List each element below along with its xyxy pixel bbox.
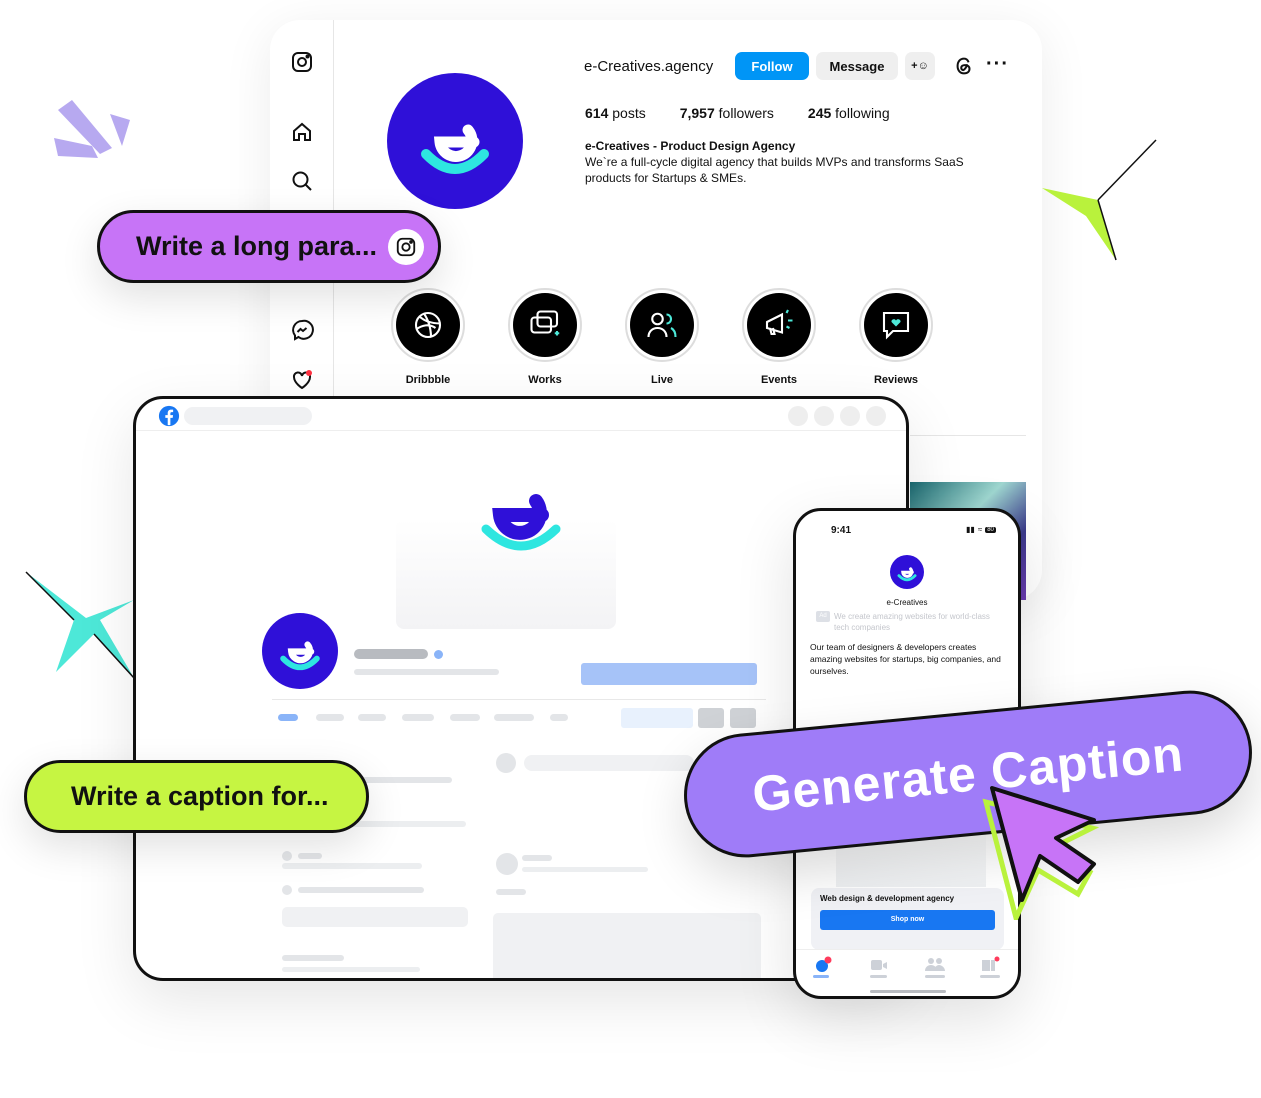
- threads-icon[interactable]: [953, 55, 975, 77]
- post-text: Our team of designers & developers creat…: [810, 642, 1001, 676]
- bio-text: We`re a full-cycle digital agency that b…: [585, 155, 964, 185]
- ad-subtitle: We create amazing websites for world-cla…: [834, 612, 990, 632]
- following-count: 245: [807, 105, 832, 121]
- window-control[interactable]: [814, 406, 834, 426]
- chat-heart-icon: [882, 311, 910, 340]
- shop-now-button[interactable]: Shop now: [820, 910, 995, 930]
- stacked-cards-icon: [530, 310, 560, 336]
- instagram-icon[interactable]: [290, 50, 314, 74]
- followers-count: 7,957: [679, 105, 715, 121]
- status-icons: ▮▮ ≈80: [966, 525, 996, 534]
- messenger-icon[interactable]: [290, 318, 314, 342]
- page-avatar[interactable]: [890, 555, 924, 589]
- profile-stats: 614 posts 7,957 followers 245 following: [585, 105, 890, 121]
- page-avatar[interactable]: [262, 613, 338, 689]
- profile-username: e-Creatives.agency: [584, 58, 714, 75]
- generate-caption-label: Generate Caption: [749, 725, 1187, 823]
- heart-icon[interactable]: [290, 368, 314, 392]
- chat-tab-icon[interactable]: [814, 956, 832, 974]
- cursor-pointer-icon: [982, 786, 1100, 920]
- tab[interactable]: [278, 714, 298, 721]
- home-indicator: [870, 990, 946, 993]
- cta-title: Web design & development agency: [820, 894, 955, 903]
- ad-badge: Ad: [816, 611, 830, 622]
- more-options-icon[interactable]: ···: [986, 53, 1009, 76]
- highlight-live[interactable]: Live: [624, 288, 700, 386]
- tab[interactable]: [316, 714, 344, 721]
- highlight-label: Events: [760, 374, 798, 386]
- dribbble-icon: [414, 311, 442, 339]
- following-label: following: [835, 105, 890, 121]
- window-control[interactable]: [788, 406, 808, 426]
- highlight-events[interactable]: Events: [741, 288, 817, 386]
- profile-bio: e-Creatives - Product Design Agency We`r…: [585, 138, 1005, 186]
- facebook-icon: [158, 405, 180, 427]
- highlight-works[interactable]: Works: [507, 288, 583, 386]
- tab[interactable]: [358, 714, 386, 721]
- battery-icon: 80: [985, 526, 996, 533]
- tab[interactable]: [402, 714, 434, 721]
- e-creatives-logo-icon: [481, 494, 561, 551]
- prompt-text: Write a caption for...: [71, 781, 329, 811]
- posts-label: posts: [612, 105, 646, 121]
- highlight-label: Live: [650, 374, 673, 386]
- instagram-icon: [388, 229, 424, 265]
- window-control[interactable]: [840, 406, 860, 426]
- highlight-reviews[interactable]: Reviews: [858, 288, 934, 386]
- divider: [910, 435, 1026, 436]
- megaphone-icon: [765, 309, 793, 336]
- groups-tab-icon[interactable]: [925, 957, 945, 971]
- prompt-text: Write a long para...: [136, 231, 378, 261]
- prompt-pill-caption[interactable]: Write a caption for...: [24, 760, 369, 833]
- tab[interactable]: [450, 714, 480, 721]
- address-bar[interactable]: [184, 407, 312, 425]
- search-icon[interactable]: [290, 169, 314, 193]
- e-creatives-logo-icon: [421, 124, 489, 174]
- status-time: 9:41: [831, 525, 852, 536]
- highlight-label: Reviews: [873, 374, 919, 386]
- signal-icon: ▮▮: [966, 525, 975, 534]
- highlight-label: Works: [528, 374, 562, 386]
- pages-tab-icon[interactable]: [981, 956, 1001, 972]
- tab[interactable]: [494, 714, 534, 721]
- followers-label: followers: [718, 105, 774, 121]
- home-icon[interactable]: [290, 120, 314, 144]
- highlight-dribbble[interactable]: Dribbble: [390, 288, 466, 386]
- users-icon: [647, 312, 677, 338]
- follow-button[interactable]: Follow: [735, 52, 809, 80]
- highlight-label: Dribbble: [405, 374, 451, 386]
- tab[interactable]: [550, 714, 568, 721]
- wifi-icon: ≈: [977, 525, 983, 534]
- posts-count: 614: [585, 105, 609, 121]
- profile-avatar[interactable]: [387, 73, 523, 209]
- sparkle-icon: [25, 571, 135, 679]
- message-button[interactable]: Message: [816, 52, 898, 80]
- add-user-icon[interactable]: +☺: [905, 52, 935, 80]
- video-tab-icon[interactable]: [870, 958, 888, 972]
- window-control[interactable]: [866, 406, 886, 426]
- page-name: e-Creatives: [886, 598, 928, 607]
- bio-title: e-Creatives - Product Design Agency: [585, 139, 796, 153]
- cta-card: Web design & development agency Shop now: [811, 888, 1004, 950]
- sparkle-icon: [1042, 139, 1157, 261]
- page-action-button[interactable]: [581, 663, 757, 685]
- decorative-strokes-icon: [54, 100, 130, 158]
- prompt-pill-long-para[interactable]: Write a long para...: [97, 210, 441, 283]
